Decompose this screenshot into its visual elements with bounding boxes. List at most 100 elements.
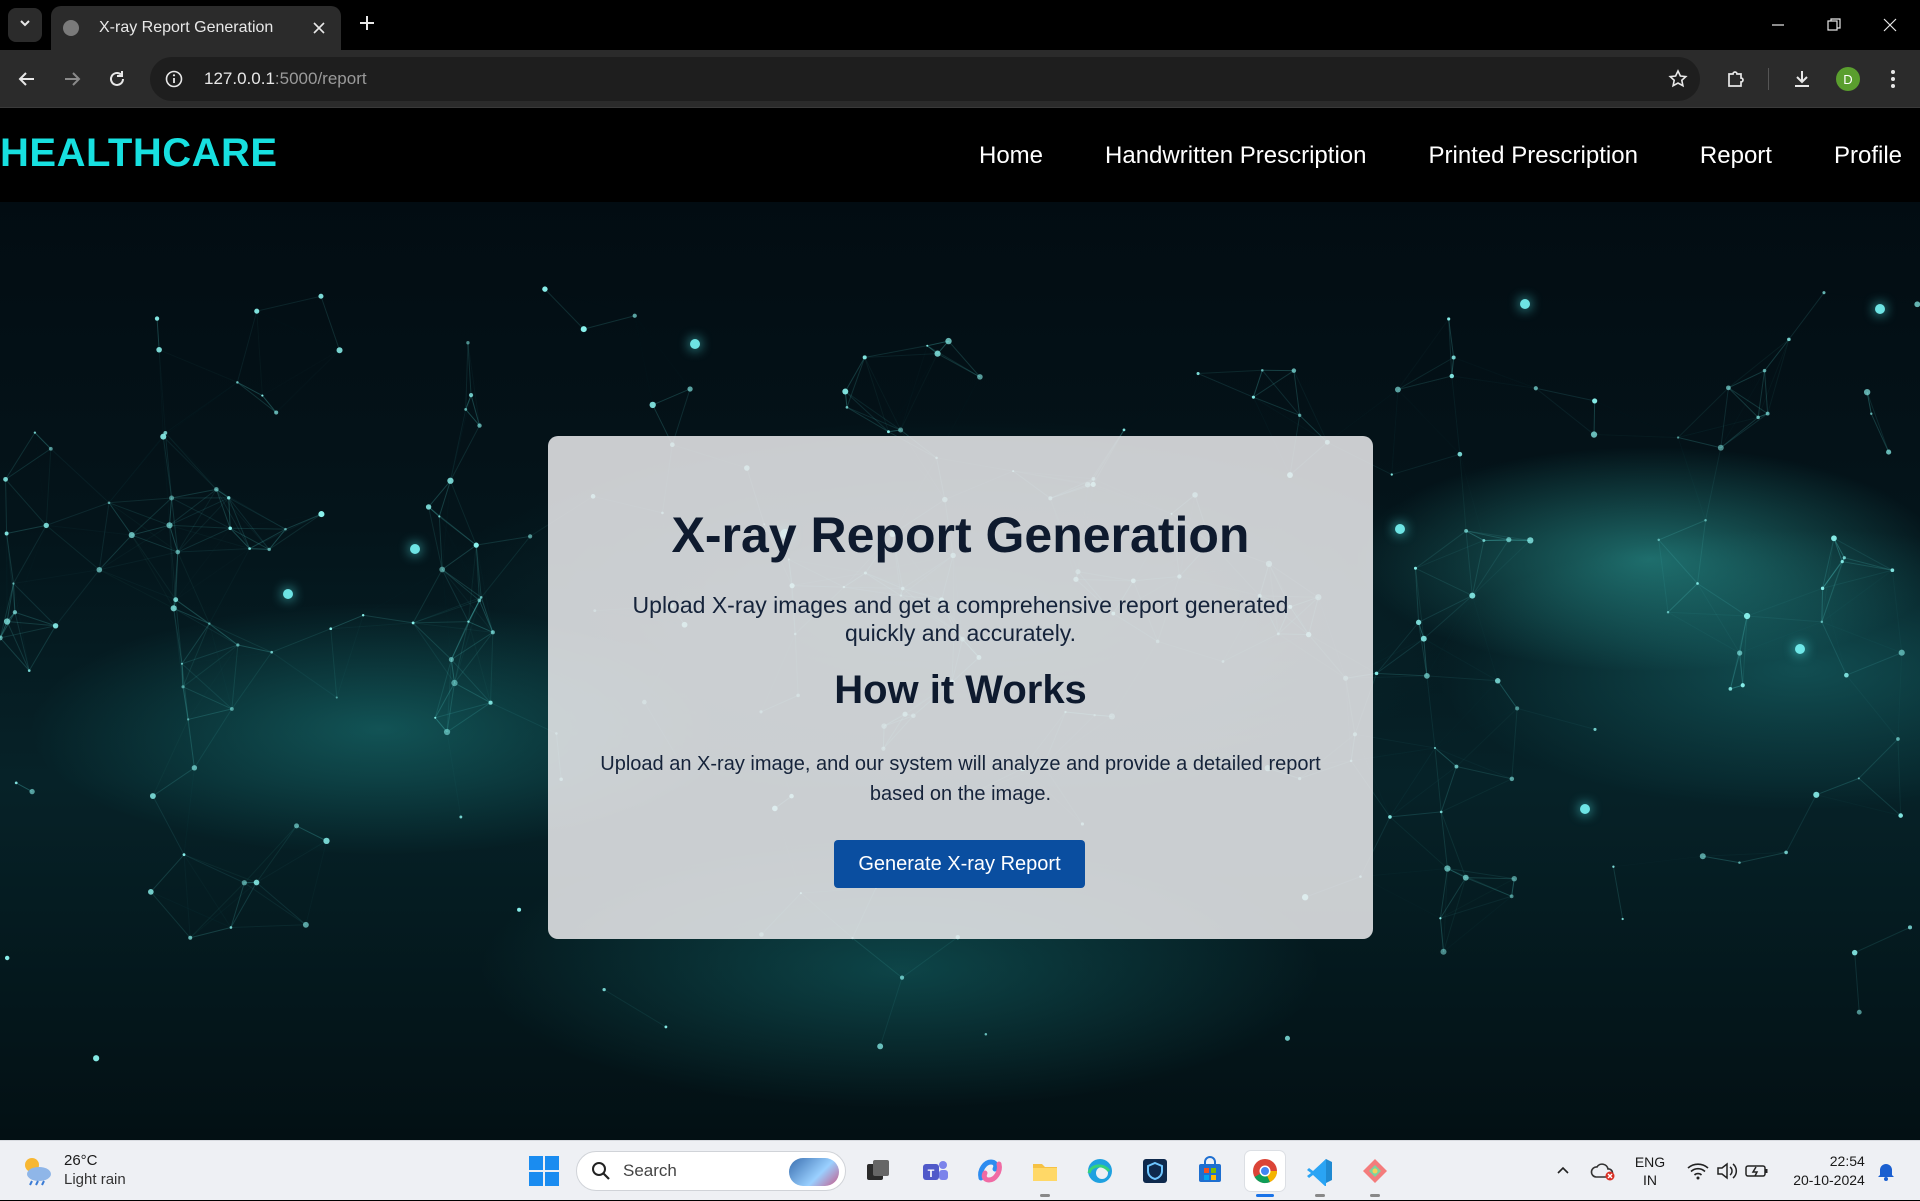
nav-link-report[interactable]: Report <box>1700 142 1772 170</box>
show-hidden-icons-button[interactable] <box>1550 1141 1576 1201</box>
minimize-button[interactable] <box>1750 0 1806 50</box>
generate-report-button[interactable]: Generate X-ray Report <box>834 840 1085 888</box>
nav-link-profile[interactable]: Profile <box>1834 142 1902 170</box>
region-code: IN <box>1635 1171 1665 1189</box>
folder-icon <box>1030 1156 1060 1186</box>
running-indicator <box>1315 1194 1325 1197</box>
chrome-icon <box>1250 1156 1280 1186</box>
close-icon <box>1883 18 1897 32</box>
weather-widget[interactable]: 26°C Light rain <box>20 1151 126 1189</box>
globe-icon <box>63 20 79 36</box>
volume-status[interactable] <box>1714 1141 1740 1201</box>
nav-link-home[interactable]: Home <box>979 142 1043 170</box>
page-title: X-ray Report Generation <box>548 506 1373 564</box>
edge-icon <box>1085 1156 1115 1186</box>
browser-tab-active[interactable]: X-ray Report Generation <box>51 6 341 50</box>
running-indicator <box>1256 1194 1274 1197</box>
task-view-app[interactable] <box>858 1151 898 1191</box>
url-host: 127.0.0.1 <box>204 69 275 89</box>
site-info-icon[interactable] <box>164 69 184 89</box>
plus-icon <box>359 15 375 36</box>
chrome-app[interactable] <box>1245 1151 1285 1191</box>
weather-condition: Light rain <box>64 1170 126 1189</box>
wifi-status[interactable] <box>1684 1141 1712 1201</box>
report-card: X-ray Report Generation Upload X-ray ima… <box>548 436 1373 939</box>
browser-tab-strip: X-ray Report Generation <box>0 0 1920 50</box>
url-path: :5000/report <box>275 69 367 89</box>
battery-status[interactable] <box>1743 1141 1771 1201</box>
restore-button[interactable] <box>1806 0 1862 50</box>
git-client-app[interactable] <box>1355 1151 1395 1191</box>
file-explorer-app[interactable] <box>1025 1151 1065 1191</box>
close-window-button[interactable] <box>1862 0 1918 50</box>
how-it-works-heading: How it Works <box>548 668 1373 713</box>
microsoft-store-app[interactable] <box>1190 1151 1230 1191</box>
notifications-button[interactable] <box>1872 1141 1900 1201</box>
reload-icon <box>108 70 126 88</box>
running-indicator <box>1040 1194 1050 1197</box>
how-it-works-text: Upload an X-ray image, and our system wi… <box>588 749 1333 809</box>
weather-temperature: 26°C <box>64 1151 126 1170</box>
onedrive-status[interactable] <box>1588 1141 1618 1201</box>
site-logo[interactable]: HEALTHCARE <box>0 131 278 176</box>
language-indicator[interactable]: ENG IN <box>1628 1141 1672 1201</box>
nav-link-printed-prescription[interactable]: Printed Prescription <box>1428 142 1637 170</box>
wifi-icon <box>1687 1162 1709 1180</box>
cloud-error-icon <box>1590 1161 1616 1181</box>
kebab-menu-icon <box>1890 69 1896 89</box>
nav-link-handwritten-prescription[interactable]: Handwritten Prescription <box>1105 142 1366 170</box>
copilot-app[interactable] <box>970 1151 1010 1191</box>
vscode-icon <box>1305 1156 1335 1186</box>
tab-search-button[interactable] <box>8 8 42 42</box>
downloads-button[interactable] <box>1786 63 1818 95</box>
search-icon <box>591 1161 611 1181</box>
reload-button[interactable] <box>99 61 135 97</box>
puzzle-icon <box>1725 68 1747 90</box>
browser-menu-button[interactable] <box>1877 63 1909 95</box>
clock-date: 20-10-2024 <box>1793 1171 1865 1190</box>
chevron-down-icon <box>18 16 32 35</box>
extensions-button[interactable] <box>1720 63 1752 95</box>
tab-title: X-ray Report Generation <box>99 19 309 37</box>
clock[interactable]: 22:54 20-10-2024 <box>1780 1141 1878 1201</box>
chevron-up-icon <box>1555 1163 1571 1179</box>
profile-button[interactable]: D <box>1832 63 1864 95</box>
download-icon <box>1791 68 1813 90</box>
start-button[interactable] <box>528 1155 560 1187</box>
back-button[interactable] <box>9 61 45 97</box>
os-taskbar: 26°C Light rain Search T <box>0 1140 1920 1200</box>
bookmark-star-icon[interactable] <box>1666 67 1690 91</box>
language-code: ENG <box>1635 1153 1665 1171</box>
browser-toolbar: 127.0.0.1:5000/report D <box>0 50 1920 108</box>
vscode-app[interactable] <box>1300 1151 1340 1191</box>
rain-cloud-icon <box>20 1153 54 1187</box>
arrow-left-icon <box>18 70 36 88</box>
taskbar-search[interactable]: Search <box>576 1151 846 1191</box>
svg-text:T: T <box>928 1168 935 1180</box>
site-navbar: HEALTHCARE Home Handwritten Prescription… <box>0 109 1920 202</box>
avatar: D <box>1836 67 1860 91</box>
running-indicator <box>1370 1194 1380 1197</box>
teams-icon: T <box>920 1156 950 1186</box>
task-view-icon <box>865 1158 891 1184</box>
clock-time: 22:54 <box>1793 1152 1865 1171</box>
close-icon[interactable] <box>309 18 329 38</box>
address-bar[interactable]: 127.0.0.1:5000/report <box>150 57 1700 101</box>
new-tab-button[interactable] <box>352 10 382 40</box>
teams-app[interactable]: T <box>915 1151 955 1191</box>
arrow-right-icon <box>63 70 81 88</box>
site-nav-links: Home Handwritten Prescription Printed Pr… <box>917 109 1902 202</box>
page-viewport: HEALTHCARE Home Handwritten Prescription… <box>0 109 1920 1140</box>
edge-app[interactable] <box>1080 1151 1120 1191</box>
security-app[interactable] <box>1135 1151 1175 1191</box>
forward-button[interactable] <box>54 61 90 97</box>
git-diamond-icon <box>1360 1156 1390 1186</box>
battery-charging-icon <box>1745 1163 1769 1179</box>
speaker-icon <box>1716 1162 1738 1180</box>
bell-icon <box>1877 1161 1895 1181</box>
taskbar-search-label: Search <box>623 1161 677 1181</box>
minimize-icon <box>1771 18 1785 32</box>
store-icon <box>1195 1156 1225 1186</box>
toolbar-divider <box>1768 68 1769 90</box>
search-highlight-image <box>789 1158 839 1186</box>
